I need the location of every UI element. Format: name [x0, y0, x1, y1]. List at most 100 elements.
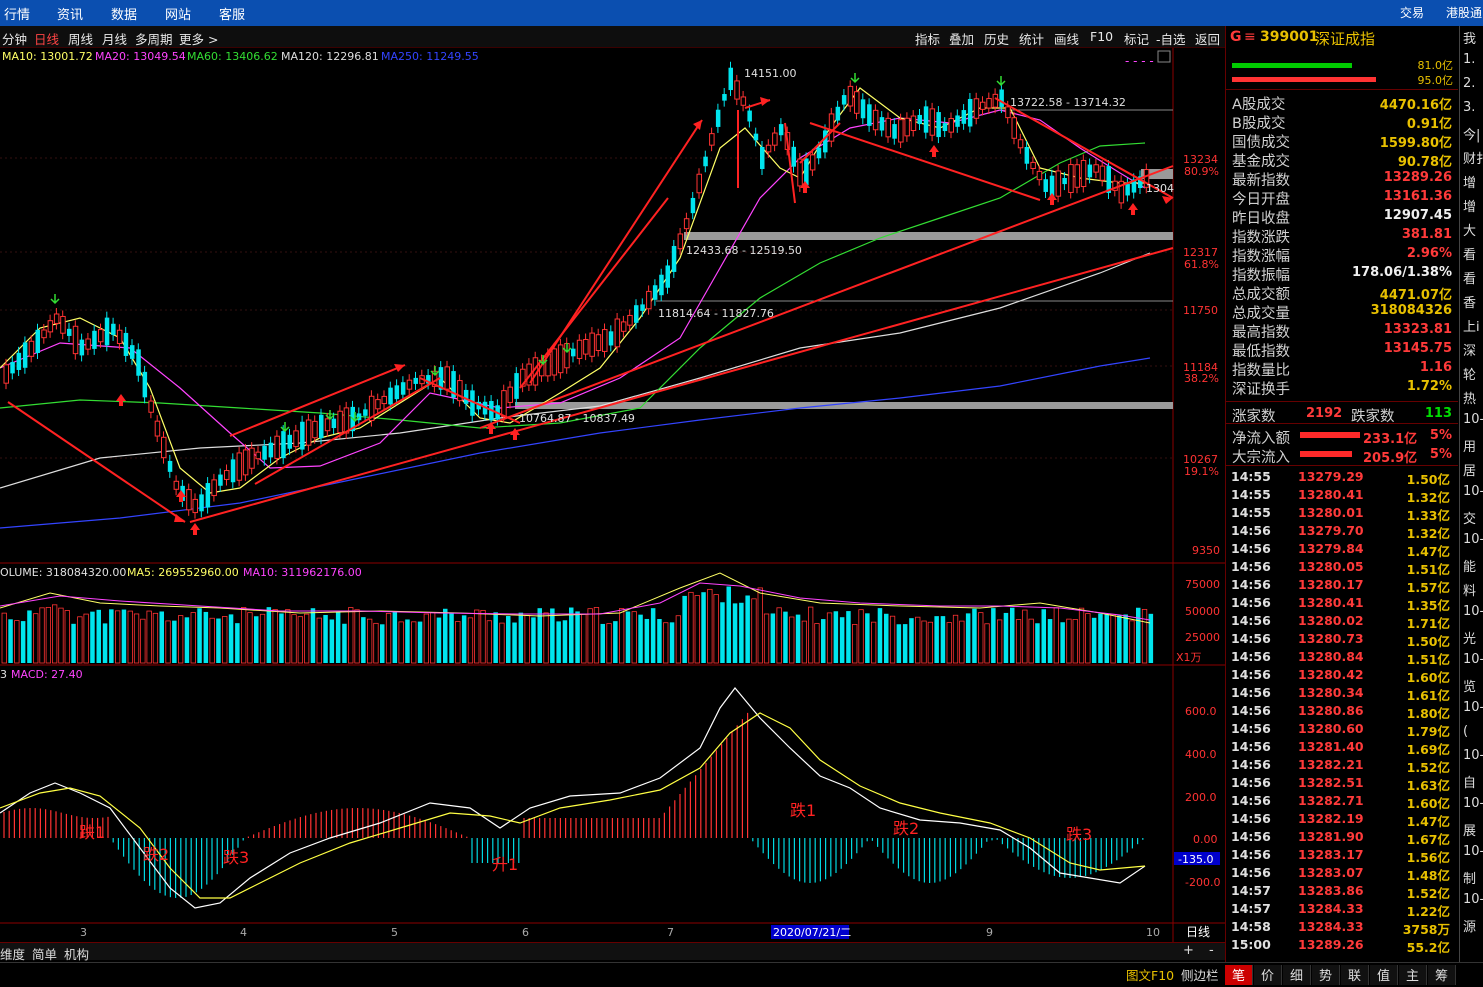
news-fragment[interactable]: 10- [1463, 652, 1483, 667]
menu-shuju[interactable]: 数据 [111, 4, 137, 23]
news-fragment[interactable]: 光 [1463, 628, 1476, 647]
chart-canvas[interactable]: - - - - MA10: 13001.72 MA20: 13049.54 MA… [0, 48, 1225, 942]
news-fragment[interactable]: 3. [1463, 100, 1475, 115]
menu-icon[interactable]: ≡ [1244, 29, 1256, 45]
news-fragment[interactable]: 香 [1463, 292, 1476, 311]
news-fragment[interactable]: 10- [1463, 604, 1483, 619]
news-fragment[interactable]: 看 [1463, 268, 1476, 287]
period-monthly[interactable]: 月线 [102, 29, 127, 48]
bar-red [1232, 77, 1376, 82]
right-tab[interactable]: 细 [1283, 965, 1311, 985]
tab-dimension[interactable]: 维度 [0, 944, 25, 963]
news-fragment[interactable]: 轮 [1463, 364, 1476, 383]
stat-value: 381.81 [1401, 227, 1452, 242]
tick-row: 14:55 13280.41 1.32亿 [1226, 486, 1458, 505]
stat-row: A股成交 4470.16亿 [1226, 92, 1458, 113]
menu-hangqing[interactable]: 行情 [4, 4, 30, 23]
right-tab[interactable]: 笔 [1225, 965, 1253, 985]
menu-wangzhan[interactable]: 网站 [165, 4, 191, 23]
news-fragment[interactable]: 热 [1463, 388, 1476, 407]
news-fragment[interactable]: 2. [1463, 76, 1475, 91]
period-multi[interactable]: 多周期 [135, 29, 173, 48]
tool-f10[interactable]: F10 [1090, 29, 1113, 44]
stat-row: 指数量比 1.16 [1226, 358, 1458, 379]
right-tab[interactable]: 联 [1341, 965, 1369, 985]
news-fragment[interactable]: 10- [1463, 484, 1483, 499]
news-fragment[interactable]: 用 [1463, 436, 1476, 455]
news-fragment[interactable]: 制 [1463, 868, 1476, 887]
tool-stats[interactable]: 统计 [1019, 29, 1044, 48]
menu-kefu[interactable]: 客服 [219, 4, 245, 23]
period-more[interactable]: 更多 > [179, 29, 218, 48]
news-fragment[interactable]: 自 [1463, 772, 1476, 791]
right-tab[interactable]: 价 [1254, 965, 1282, 985]
news-fragment[interactable]: 交 [1463, 508, 1476, 527]
news-fragment[interactable]: 深 [1463, 340, 1476, 359]
news-fragment[interactable]: 增 [1463, 172, 1476, 191]
date-9: 9 [986, 926, 993, 939]
news-fragment[interactable]: 览 [1463, 676, 1476, 695]
news-fragment[interactable]: 10- [1463, 748, 1483, 763]
news-fragment[interactable]: 增 [1463, 196, 1476, 215]
menu-zixun[interactable]: 资讯 [57, 4, 83, 23]
tool-draw[interactable]: 画线 [1054, 29, 1079, 48]
news-fragment[interactable]: 1. [1463, 52, 1475, 67]
news-fragment[interactable]: ( [1463, 724, 1468, 739]
tab-simple[interactable]: 简单 [32, 944, 57, 963]
tool-history[interactable]: 历史 [984, 29, 1009, 48]
tool-indicator[interactable]: 指标 [915, 29, 940, 48]
period-minute[interactable]: 分钟 [2, 29, 27, 48]
stat-row: 国债成交 1599.80亿 [1226, 130, 1458, 151]
tool-mark[interactable]: 标记 [1124, 29, 1149, 48]
tool-back[interactable]: 返回 [1195, 29, 1220, 48]
tab-institution[interactable]: 机构 [64, 944, 89, 963]
sidebar-button[interactable]: 侧边栏 [1181, 965, 1219, 984]
right-tab[interactable]: 势 [1312, 965, 1340, 985]
right-tab[interactable]: 主 [1399, 965, 1427, 985]
tick-price: 13280.02 [1298, 613, 1364, 628]
tick-price: 13281.90 [1298, 829, 1364, 844]
tick-row: 14:56 13280.17 1.57亿 [1226, 576, 1458, 595]
news-fragment[interactable]: 展 [1463, 820, 1476, 839]
news-fragment[interactable]: 能 [1463, 556, 1476, 575]
news-fragment[interactable]: 财扌 [1463, 148, 1483, 167]
news-fragment[interactable]: 料 [1463, 580, 1476, 599]
tool-watchlist[interactable]: -自选 [1156, 29, 1186, 48]
news-fragment[interactable]: 源 [1463, 916, 1476, 935]
axis-macd-3: 0.00 [1193, 833, 1218, 846]
tick-price: 13280.41 [1298, 595, 1364, 610]
zoom-out-button[interactable]: - [1209, 943, 1214, 958]
axis-fib-2: 38.2% [1184, 372, 1219, 385]
news-fragment[interactable]: 10- [1463, 844, 1483, 859]
news-fragment[interactable]: 居 [1463, 460, 1476, 479]
tick-row: 14:56 13283.17 1.56亿 [1226, 846, 1458, 865]
news-fragment[interactable]: 10- [1463, 700, 1483, 715]
axis-vol-1: 50000 [1185, 605, 1220, 618]
menu-ganggutong[interactable]: 港股通 [1446, 4, 1482, 21]
news-fragment[interactable]: 看 [1463, 244, 1476, 263]
news-fragment[interactable]: 10- [1463, 532, 1483, 547]
news-fragment[interactable]: 大 [1463, 220, 1476, 239]
right-tab[interactable]: 筹 [1428, 965, 1456, 985]
tick-time: 14:56 [1231, 613, 1271, 628]
news-fragment[interactable]: 10- [1463, 796, 1483, 811]
f10-button[interactable]: 图文F10 [1126, 965, 1174, 984]
tool-overlay[interactable]: 叠加 [949, 29, 974, 48]
period-weekly[interactable]: 周线 [68, 29, 93, 48]
panel-toggle-icon[interactable] [1157, 50, 1171, 63]
ann-13722: 13722.58 - 13714.32 [1010, 96, 1126, 109]
macd-ann-3: 升1 [492, 855, 518, 874]
axis-fib-0: 80.9% [1184, 165, 1219, 178]
right-tab[interactable]: 值 [1370, 965, 1398, 985]
stat-value: 13323.81 [1383, 322, 1452, 337]
news-fragment[interactable]: 10- [1463, 412, 1483, 427]
news-fragment[interactable]: 我 [1463, 28, 1476, 47]
zoom-in-button[interactable]: + [1183, 943, 1194, 958]
news-fragment[interactable]: 10- [1463, 892, 1483, 907]
news-fragment[interactable]: 今| [1463, 124, 1480, 143]
news-fragment[interactable]: 上i [1463, 316, 1480, 335]
tick-row: 14:56 13281.40 1.69亿 [1226, 738, 1458, 757]
period-daily[interactable]: 日线 [34, 29, 59, 48]
menu-jiaoyi[interactable]: 交易 [1400, 4, 1424, 21]
tick-price: 13280.01 [1298, 505, 1364, 520]
